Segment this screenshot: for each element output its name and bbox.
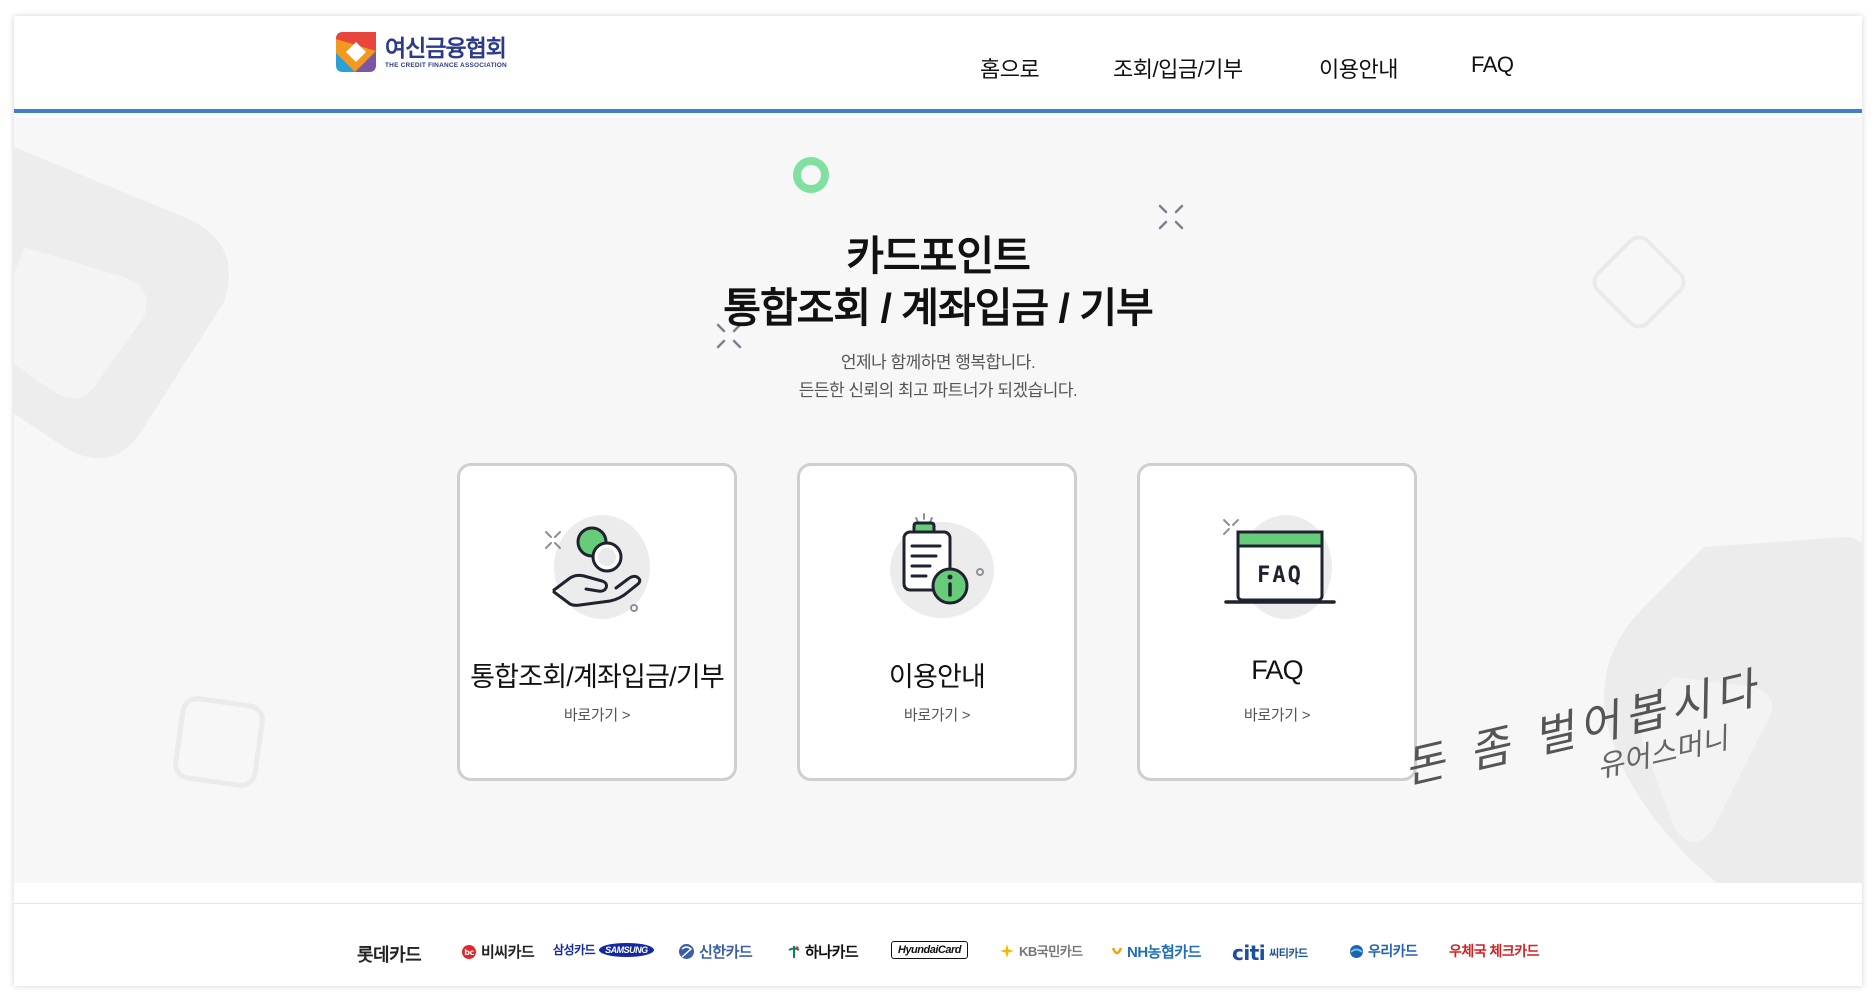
card-faq[interactable]: FAQ FAQ 바로가기 >	[1137, 463, 1417, 781]
brand-kb[interactable]: KB국민카드	[999, 941, 1083, 960]
card-title: 통합조회/계좌입금/기부	[470, 662, 725, 692]
brand-label: citi	[1232, 941, 1266, 965]
brand-lotte[interactable]: 롯데카드	[357, 941, 422, 967]
green-ring-icon	[793, 157, 829, 193]
samsung-logo-icon: SAMSUNG	[599, 942, 654, 957]
hero-title-line1: 카드포인트	[846, 233, 1031, 279]
card-lookup-deposit-donate[interactable]: 통합조회/계좌입금/기부 바로가기 >	[457, 463, 737, 781]
brand-label: 우리카드	[1368, 943, 1418, 959]
card-shortcut-link[interactable]: 바로가기 >	[800, 704, 1074, 725]
brand-woori[interactable]: 우리카드	[1349, 941, 1418, 961]
card-guide[interactable]: 이용안내 바로가기 >	[797, 463, 1077, 781]
site-header: 여신금융협회 THE CREDIT FINANCE ASSOCIATION 홈으…	[14, 16, 1862, 113]
hero-section: 카드포인트 통합조회 / 계좌입금 / 기부 언제나 함께하면 행복합니다. 든…	[14, 117, 1862, 883]
card-shortcut-link[interactable]: 바로가기 >	[460, 704, 734, 725]
brand-sublabel: 씨티카드	[1269, 948, 1308, 960]
brand-citi[interactable]: citi 씨티카드	[1232, 941, 1308, 965]
brand-shinhan[interactable]: 신한카드	[678, 941, 753, 962]
woori-logo-icon	[1350, 944, 1363, 958]
nav-faq[interactable]: FAQ	[1471, 52, 1514, 78]
brand-label: NH농협카드	[1127, 944, 1201, 961]
hana-logo-icon	[788, 945, 800, 958]
brand-label: KB국민카드	[1019, 944, 1083, 959]
logo-english-text: THE CREDIT FINANCE ASSOCIATION	[385, 61, 507, 69]
logo-icon	[336, 32, 376, 72]
clipboard-info-icon	[890, 513, 994, 618]
brand-post-office[interactable]: 우체국 체크카드	[1449, 941, 1540, 961]
nav-lookup-deposit-donate[interactable]: 조회/입금/기부	[1113, 52, 1243, 84]
brand-label: HyundaiCard	[891, 941, 968, 959]
kb-star-icon	[1000, 943, 1014, 958]
brand-nh[interactable]: NH농협카드	[1111, 941, 1201, 962]
card-title: 이용안내	[888, 662, 986, 692]
nh-logo-icon	[1111, 946, 1123, 954]
brand-hyundai[interactable]: HyundaiCard	[891, 941, 968, 959]
background-square-left	[173, 696, 265, 788]
logo-korean-text: 여신금융협회	[385, 34, 507, 61]
brand-samsung[interactable]: 삼성카드 SAMSUNG	[553, 941, 654, 958]
brand-label: 우체국 체크카드	[1449, 943, 1540, 959]
hero-title-line2: 통합조회 / 계좌입금 / 기부	[723, 285, 1154, 331]
shinhan-logo-icon	[679, 944, 694, 959]
card-shortcut-link[interactable]: 바로가기 >	[1140, 704, 1414, 725]
footer-divider	[14, 903, 1862, 904]
card-company-brands: 롯데카드 bc 비씨카드 삼성카드 SAMSUNG 신한카드 하나카드 Hyun…	[14, 941, 1862, 967]
nav-guide[interactable]: 이용안내	[1319, 52, 1398, 84]
coin-hand-icon	[545, 515, 650, 619]
card-title: FAQ	[1251, 655, 1303, 685]
brand-hana[interactable]: 하나카드	[787, 941, 859, 962]
brand-label: 삼성카드	[553, 943, 596, 957]
brand-label: 하나카드	[805, 944, 859, 961]
faq-window-icon: FAQ	[1223, 515, 1336, 619]
svg-text:bc: bc	[464, 948, 474, 957]
brand-label: 비씨카드	[481, 944, 535, 961]
brand-bc[interactable]: bc 비씨카드	[461, 941, 535, 962]
page-frame: 여신금융협회 THE CREDIT FINANCE ASSOCIATION 홈으…	[14, 16, 1862, 986]
svg-text:FAQ: FAQ	[1257, 563, 1303, 588]
hero-subtitle-line1: 언제나 함께하면 행복합니다.	[840, 353, 1036, 372]
nav-home[interactable]: 홈으로	[980, 52, 1040, 84]
bc-logo-icon: bc	[462, 944, 476, 959]
brand-label: 롯데카드	[357, 945, 422, 966]
hero-subtitle-line2: 든든한 신뢰의 최고 파트너가 되겠습니다.	[798, 381, 1078, 400]
brand-label: 신한카드	[699, 944, 753, 961]
site-logo[interactable]: 여신금융협회 THE CREDIT FINANCE ASSOCIATION	[335, 31, 507, 73]
